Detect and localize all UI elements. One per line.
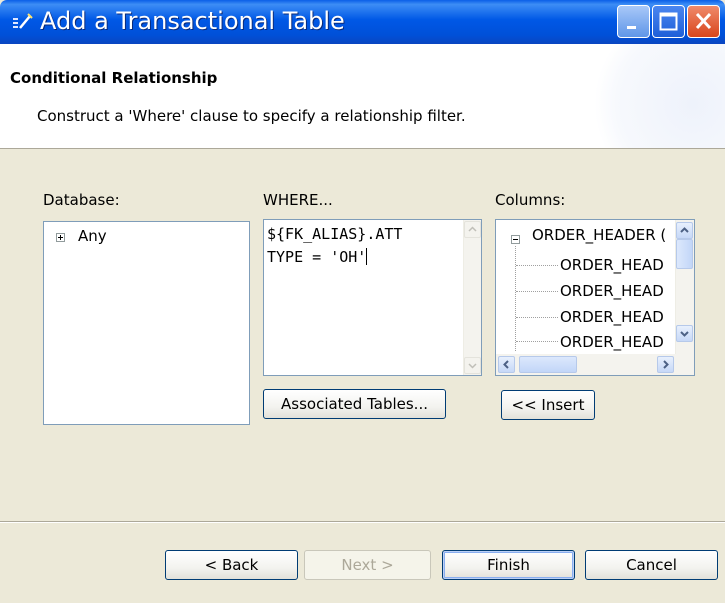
columns-tree[interactable]: ORDER_HEADER ( ORDER_HEAD ORDER_HEAD ORD… — [495, 219, 695, 376]
footer-separator — [0, 521, 725, 523]
chevron-up-icon — [680, 227, 689, 233]
database-item-any[interactable]: Any — [78, 227, 107, 245]
column-item[interactable]: ORDER_HEAD — [560, 256, 664, 274]
maximize-icon — [659, 12, 678, 31]
maximize-button[interactable] — [652, 5, 685, 38]
minimize-icon — [627, 26, 636, 29]
cancel-button[interactable]: Cancel — [585, 550, 718, 580]
wizard-icon — [13, 13, 33, 29]
chevron-left-icon — [503, 360, 509, 369]
where-line-1: ${FK_ALIAS}.ATT — [267, 225, 403, 243]
column-root-item[interactable]: ORDER_HEADER ( — [532, 226, 666, 244]
columns-vertical-scrollbar[interactable] — [675, 220, 694, 354]
scroll-right-button[interactable] — [657, 356, 674, 373]
where-line-2: TYPE = 'OH' — [267, 248, 368, 266]
text-caret — [366, 248, 368, 265]
scroll-up-button[interactable] — [464, 221, 481, 238]
columns-horizontal-scrollbar[interactable] — [496, 354, 694, 375]
database-tree[interactable]: Any — [43, 221, 250, 425]
wizard-header: Conditional Relationship Construct a 'Wh… — [0, 44, 725, 149]
where-label: WHERE... — [263, 191, 333, 209]
header-decoration — [585, 44, 725, 148]
next-button[interactable]: Next > — [304, 550, 431, 580]
collapse-icon[interactable] — [511, 235, 520, 244]
chevron-right-icon — [663, 360, 669, 369]
column-item[interactable]: ORDER_HEAD — [560, 308, 664, 326]
tree-guide-line — [516, 317, 558, 318]
chevron-down-icon — [468, 363, 477, 369]
where-clause-editor[interactable]: ${FK_ALIAS}.ATT TYPE = 'OH' — [263, 219, 482, 376]
tree-guide-line — [515, 246, 516, 351]
window-title: Add a Transactional Table — [40, 7, 345, 35]
database-label: Database: — [43, 191, 120, 209]
insert-button[interactable]: << Insert — [501, 390, 595, 420]
page-title: Conditional Relationship — [10, 69, 218, 87]
close-icon — [695, 12, 712, 30]
column-item[interactable]: ORDER_HEAD — [560, 282, 664, 300]
close-button[interactable] — [687, 5, 720, 38]
scroll-left-button[interactable] — [498, 356, 515, 373]
expand-icon[interactable] — [56, 233, 65, 242]
tree-guide-line — [516, 291, 558, 292]
tree-guide-line — [516, 265, 558, 266]
scroll-down-button[interactable] — [464, 357, 481, 374]
scroll-down-button[interactable] — [676, 325, 693, 342]
back-button[interactable]: < Back — [165, 550, 298, 580]
scroll-thumb[interactable] — [519, 356, 577, 373]
finish-button[interactable]: Finish — [442, 550, 575, 580]
scroll-up-button[interactable] — [676, 222, 693, 239]
page-description: Construct a 'Where' clause to specify a … — [37, 107, 466, 125]
chevron-up-icon — [468, 226, 477, 232]
title-bar[interactable]: Add a Transactional Table — [0, 0, 725, 44]
scroll-thumb[interactable] — [676, 239, 693, 269]
columns-label: Columns: — [495, 191, 566, 209]
chevron-down-icon — [680, 331, 689, 337]
minimize-button[interactable] — [617, 5, 650, 38]
where-vertical-scrollbar[interactable] — [463, 220, 481, 375]
tree-guide-line — [516, 341, 558, 342]
associated-tables-button[interactable]: Associated Tables... — [263, 389, 446, 419]
column-item[interactable]: ORDER_HEAD — [560, 333, 664, 351]
